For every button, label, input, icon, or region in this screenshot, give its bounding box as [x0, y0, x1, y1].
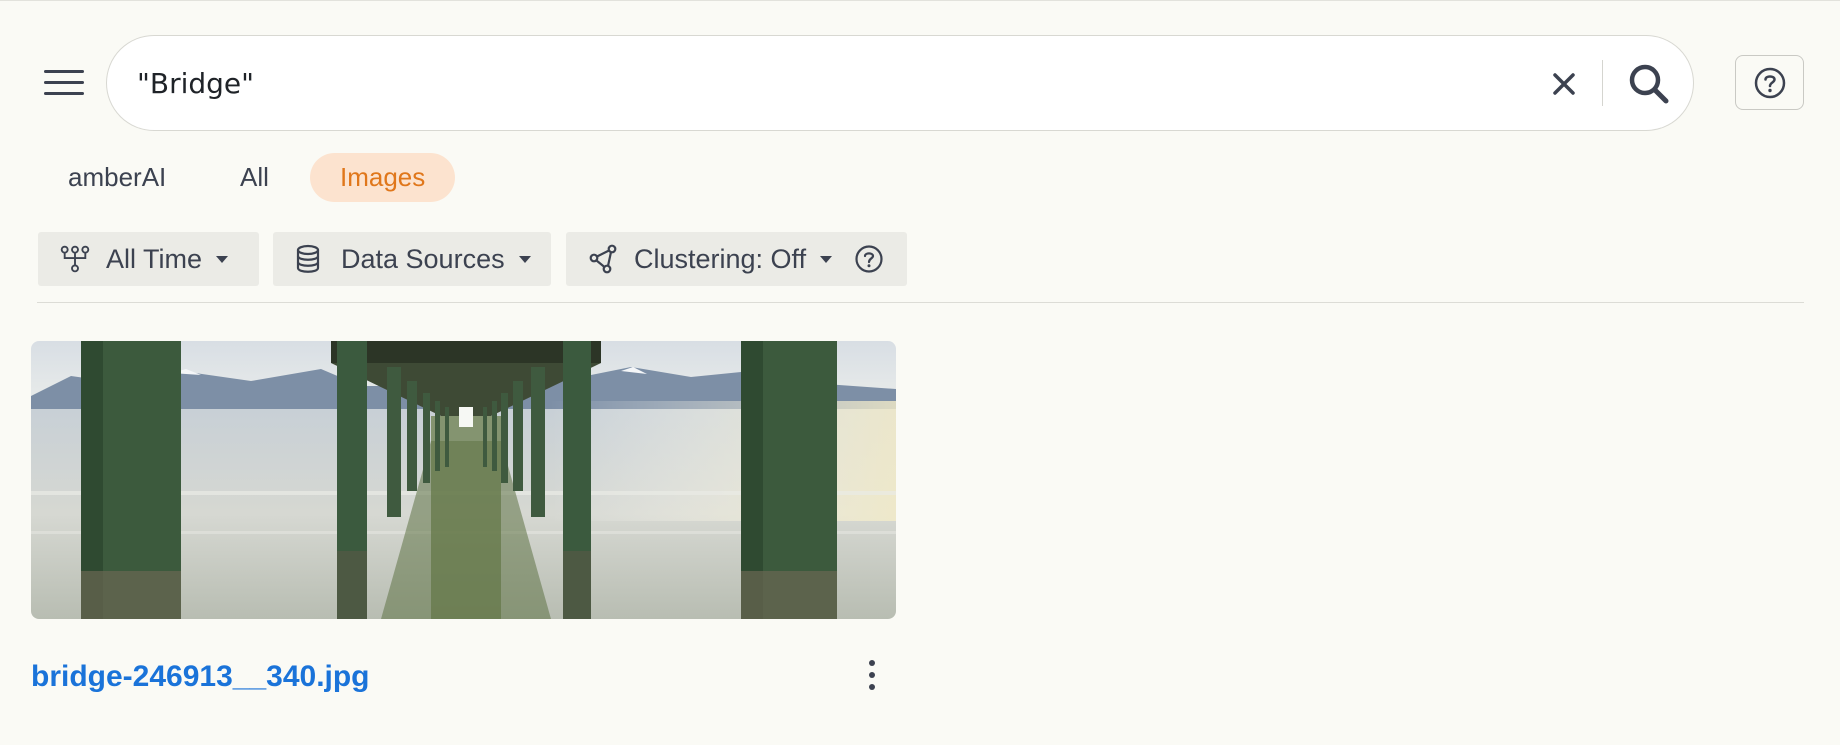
- result-thumbnail[interactable]: [31, 341, 896, 619]
- timeline-icon: [60, 244, 90, 274]
- tab-amberai[interactable]: amberAI: [38, 153, 196, 202]
- help-icon: [1754, 67, 1785, 98]
- chevron-down-icon: [518, 255, 531, 263]
- cluster-icon: [588, 244, 618, 274]
- data-sources-dropdown[interactable]: Data Sources: [273, 232, 551, 286]
- data-sources-label: Data Sources: [341, 243, 505, 274]
- close-icon[interactable]: [1544, 64, 1584, 104]
- tab-all[interactable]: All: [210, 153, 299, 202]
- help-button[interactable]: [1735, 55, 1804, 110]
- top-border: [0, 0, 1840, 1]
- result-filename-link[interactable]: bridge-246913__340.jpg: [31, 660, 370, 694]
- clustering-label: Clustering: Off: [634, 243, 807, 274]
- search-icon[interactable]: [1625, 60, 1673, 108]
- search-bar: [106, 35, 1694, 131]
- clustering-dropdown[interactable]: Clustering: Off: [566, 232, 907, 286]
- time-filter-label: All Time: [106, 243, 203, 274]
- chevron-down-icon: [216, 255, 229, 263]
- tab-images[interactable]: Images: [310, 153, 456, 202]
- time-filter-dropdown[interactable]: All Time: [38, 232, 259, 286]
- chevron-down-icon: [820, 255, 833, 263]
- search-divider: [1602, 60, 1603, 106]
- search-input[interactable]: [137, 60, 1537, 106]
- database-icon: [295, 244, 325, 274]
- menu-icon[interactable]: [44, 70, 84, 102]
- help-icon[interactable]: [854, 244, 884, 274]
- more-vertical-icon[interactable]: [860, 660, 884, 698]
- filter-divider: [37, 302, 1804, 303]
